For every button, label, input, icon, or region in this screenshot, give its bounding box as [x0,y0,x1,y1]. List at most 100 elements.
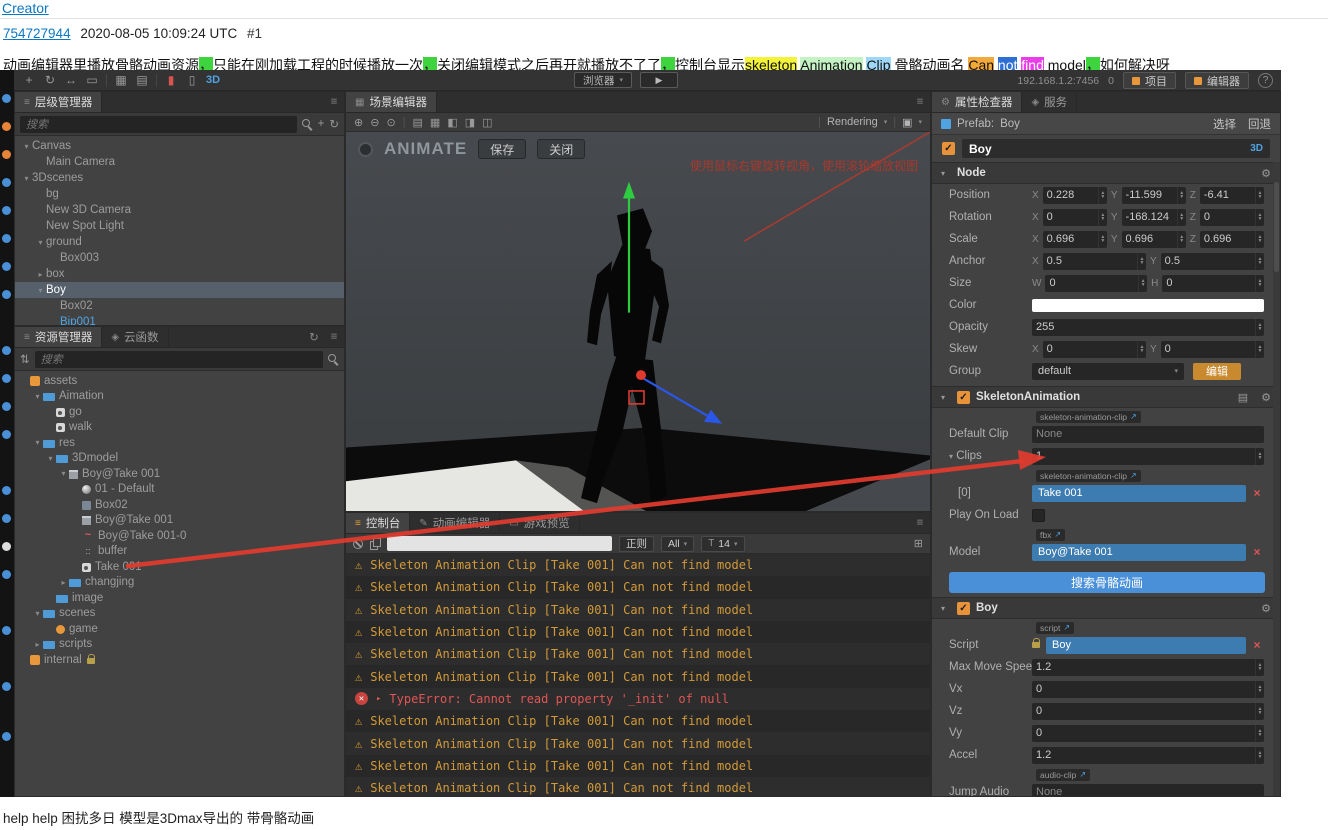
zoom-in-icon[interactable]: ⊕ [354,116,363,129]
search-icon[interactable] [328,353,339,365]
panel-menu-icon[interactable]: ≡ [324,92,344,112]
panel-menu-icon[interactable]: ≡ [324,327,344,347]
zoom-out-icon[interactable]: ⊖ [370,116,379,129]
log-row-warning[interactable]: ⚠ Skeleton Animation Clip [Take 001] Can … [346,665,930,688]
stepper-icon[interactable] [1255,186,1264,204]
remove-model-button[interactable]: × [1250,545,1264,559]
default-clip-input[interactable]: None [1032,425,1264,443]
inspector-scrollbar[interactable] [1273,162,1280,796]
tree-item-canvas[interactable]: ▾ Canvas [15,138,344,154]
asset-item-internal[interactable]: internal [15,652,344,668]
expand-caret-icon[interactable]: ▸ [376,694,381,704]
asset-item-boy-take001-0[interactable]: Boy@Take 001-0 [15,528,344,544]
asset-item-game[interactable]: game [15,621,344,637]
scale-z-input[interactable]: 0.696 [1199,230,1265,248]
open-editor-button[interactable]: 编辑器 [1185,72,1249,89]
stepper-icon[interactable] [1255,340,1264,358]
asset-item-boy-take001-fbx[interactable]: ▾ Boy@Take 001 [15,466,344,482]
asset-item-3dmodel[interactable]: ▾ 3Dmodel [15,451,344,467]
assets-search-input[interactable]: 搜索 [34,350,323,368]
creator-link[interactable]: Creator [2,0,49,16]
tree-item-3dscenes[interactable]: ▾ 3Dscenes [15,170,344,186]
external-link-icon[interactable]: ↗ [1130,471,1137,480]
rotation-y-input[interactable]: -168.124 [1121,208,1186,226]
play-on-load-checkbox[interactable] [1032,508,1045,522]
asset-item-take001[interactable]: Take 001 [15,559,344,575]
stepper-icon[interactable] [1255,447,1264,465]
prefab-select-link[interactable]: 选择 [1213,116,1236,132]
regex-toggle[interactable]: 正则 [619,535,654,552]
asset-item-01-default[interactable]: 01 - Default [15,482,344,498]
play-button[interactable]: ▶ [640,72,679,88]
tree-item-box[interactable]: ▸ box [15,266,344,282]
align-middle-icon[interactable]: ▦ [430,116,440,129]
stepper-icon[interactable] [1255,724,1264,742]
tree-item-bip001[interactable]: Bip001 [15,314,344,325]
caret-icon[interactable]: ▾ [32,438,43,447]
vy-input[interactable]: 0 [1032,724,1264,742]
anchor-y-input[interactable]: 0.5 [1160,252,1264,270]
caret-icon[interactable]: ▸ [58,578,69,587]
scale-x-input[interactable]: 0.696 [1042,230,1107,248]
grid-icon[interactable]: ▦ [114,73,128,87]
tab-console[interactable]: ≡ 控制台 [346,513,411,533]
stepper-icon[interactable] [1097,186,1107,204]
tree-item-boy-selected[interactable]: ▾ Boy [15,282,344,298]
remove-clip-button[interactable]: × [1250,486,1264,500]
gizmo-color-icon[interactable]: ▮ [164,73,178,87]
asset-item-scenes[interactable]: ▾ scenes [15,606,344,622]
distribute-icon[interactable]: ◫ [482,116,492,129]
font-size-select[interactable]: T 14 ▾ [701,535,745,552]
group-edit-button[interactable]: 编辑 [1193,362,1241,380]
tab-animation-editor[interactable]: ✎ 动画编辑器 [410,513,501,533]
tab-hierarchy[interactable]: ≡ 层级管理器 [15,92,103,112]
stepper-icon[interactable] [1138,274,1147,292]
skeleton-animation-section-header[interactable]: ▾ SkeletonAnimation ▤ ⚙ [932,386,1280,408]
log-row-warning[interactable]: ⚠ Skeleton Animation Clip [Take 001] Can … [346,620,930,644]
bookmark-icon[interactable] [2,402,11,411]
gear-icon[interactable]: ⚙ [1261,602,1271,615]
refresh-icon[interactable]: ↻ [329,117,339,131]
stepper-icon[interactable] [1255,208,1264,226]
skew-x-input[interactable]: 0 [1042,340,1146,358]
stepper-icon[interactable] [1255,274,1264,292]
tree-item-box003[interactable]: Box003 [15,250,344,266]
group-select[interactable]: default ▾ [1032,362,1184,380]
asset-item-res[interactable]: ▾ res [15,435,344,451]
log-row-warning[interactable]: ⚠ Skeleton Animation Clip [Take 001] Can … [346,710,930,733]
asset-item-boy-take001-prefab[interactable]: Boy@Take 001 [15,513,344,529]
component-enabled-checkbox[interactable] [957,390,970,404]
stepper-icon[interactable] [1097,208,1107,226]
refresh-icon[interactable]: ↻ [304,327,324,347]
rotation-x-input[interactable]: 0 [1042,208,1107,226]
move-tool-icon[interactable]: + [22,73,36,87]
node-section-header[interactable]: ▾ Node ⚙ [932,162,1280,184]
remove-script-button[interactable]: × [1250,638,1264,652]
stepper-icon[interactable] [1255,658,1264,676]
caret-icon[interactable]: ▾ [32,392,43,401]
vx-input[interactable]: 0 [1032,680,1264,698]
stepper-icon[interactable] [1097,230,1107,248]
log-row-warning[interactable]: ⚠ Skeleton Animation Clip [Take 001] Can … [346,598,930,621]
log-row-warning[interactable]: ⚠ Skeleton Animation Clip [Take 001] Can … [346,776,930,796]
tab-game-preview[interactable]: ▭ 游戏预览 [500,513,580,533]
clear-console-icon[interactable] [353,538,363,549]
bookmark-icon[interactable] [2,178,11,187]
bookmark-icon[interactable] [2,682,11,691]
copy-icon[interactable] [370,538,381,550]
user-link[interactable]: 754727944 [3,26,71,41]
bookmark-icon[interactable] [2,150,11,159]
clip-0-asset-field[interactable]: Take 001 [1032,484,1246,502]
stepper-icon[interactable] [1255,230,1264,248]
stepper-icon[interactable] [1255,252,1264,270]
rect-tool-icon[interactable]: ▭ [85,73,99,87]
hierarchy-search-input[interactable]: 搜索 [20,115,297,133]
help-button[interactable]: ? [1258,73,1273,88]
add-node-icon[interactable]: + [318,118,325,130]
scale-tool-icon[interactable]: ↔ [64,73,78,87]
bookmark-icon[interactable] [2,430,11,439]
tab-assets[interactable]: ≡ 资源管理器 [15,327,103,347]
node-name-input[interactable]: Boy 3D [962,139,1270,158]
layout-icon[interactable]: ▤ [135,73,149,87]
position-y-input[interactable]: -11.599 [1121,186,1186,204]
